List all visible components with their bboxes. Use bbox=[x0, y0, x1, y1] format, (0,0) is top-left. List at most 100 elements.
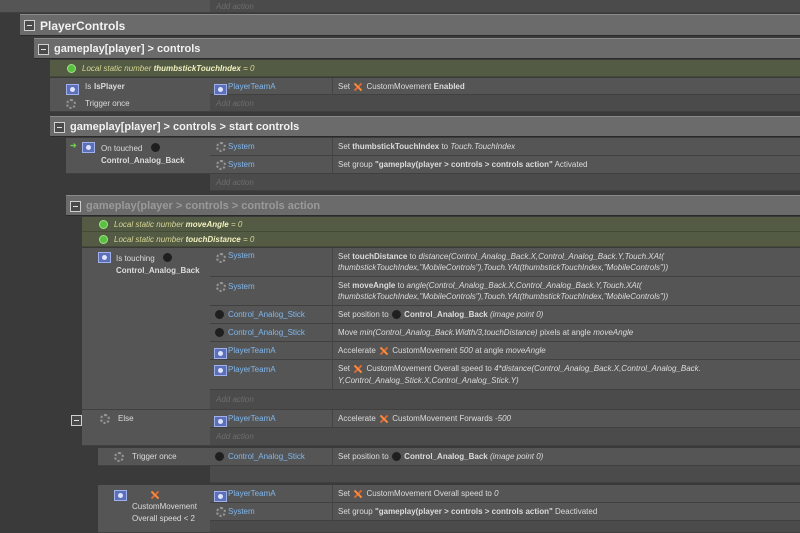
action-row[interactable]: PlayerTeamA Accelerate CustomMovement 50… bbox=[210, 342, 800, 360]
add-action-row[interactable] bbox=[210, 466, 800, 483]
variable-icon bbox=[99, 235, 108, 244]
behavior-icon bbox=[378, 345, 390, 357]
condition-row[interactable]: Else bbox=[96, 410, 210, 428]
action-row[interactable]: System Set touchDistance to distance(Con… bbox=[210, 248, 800, 277]
collapse-toggle[interactable] bbox=[70, 201, 81, 212]
condition-label: Else bbox=[118, 414, 134, 423]
local-name: thumbstickTouchIndex bbox=[153, 64, 241, 73]
action-object: Control_Analog_Stick bbox=[228, 310, 305, 319]
action-row[interactable]: System Set group "gameplay(player > cont… bbox=[210, 156, 800, 174]
action-object: PlayerTeamA bbox=[228, 346, 276, 355]
gear-icon bbox=[100, 414, 110, 424]
prev-condition-row bbox=[0, 0, 210, 13]
action-text: Move min(Control_Analog_Back.Width/3,tou… bbox=[338, 328, 634, 337]
action-row[interactable]: PlayerTeamA Set CustomMovement Overall s… bbox=[210, 360, 800, 390]
condition-line2: Overall speed < 2 bbox=[132, 514, 195, 523]
sprite-icon bbox=[390, 451, 402, 463]
behavior-icon bbox=[352, 488, 364, 500]
sprite-icon bbox=[390, 309, 402, 321]
action-object: System bbox=[228, 251, 255, 260]
sprite-icon bbox=[214, 327, 225, 338]
collapse-toggle[interactable] bbox=[24, 20, 35, 31]
action-row[interactable]: Control_Analog_Stick Set position to Con… bbox=[210, 448, 800, 466]
condition-line1: On touched bbox=[101, 144, 143, 153]
gear-icon bbox=[66, 99, 76, 109]
group-controls-action[interactable]: gameplay(player > controls > controls ac… bbox=[66, 195, 800, 216]
sprite-icon bbox=[214, 309, 225, 320]
add-action-row[interactable]: Add action bbox=[210, 428, 800, 446]
local-value: = 0 bbox=[243, 64, 255, 73]
local-text: Local static number touchDistance = 0 bbox=[114, 235, 255, 244]
local-prefix: Local static number bbox=[82, 64, 152, 73]
team-icon bbox=[214, 491, 227, 503]
action-row[interactable]: Control_Analog_Stick Set position to Con… bbox=[210, 306, 800, 324]
collapse-toggle[interactable] bbox=[54, 122, 65, 133]
group-controls[interactable]: gameplay[player] > controls bbox=[34, 38, 800, 59]
action-text: Set position to Control_Analog_Back (ima… bbox=[338, 451, 544, 463]
prev-add-action[interactable]: Add action bbox=[210, 0, 800, 13]
action-row[interactable]: System Set moveAngle to angle(Control_An… bbox=[210, 277, 800, 306]
action-object: PlayerTeamA bbox=[228, 365, 276, 374]
team-icon bbox=[66, 84, 79, 96]
local-variable-row[interactable]: Local static number thumbstickTouchIndex… bbox=[50, 60, 800, 77]
action-text: Set touchDistance to distance(Control_An… bbox=[338, 252, 669, 272]
condition-row[interactable]: Is IsPlayer bbox=[62, 78, 210, 96]
local-variable-row[interactable]: Local static number touchDistance = 0 bbox=[82, 232, 800, 247]
action-row[interactable]: PlayerTeamA Set CustomMovement Enabled bbox=[210, 78, 800, 96]
team-icon bbox=[114, 489, 127, 501]
gear-icon bbox=[216, 253, 226, 263]
action-text: Set group "gameplay(player > controls > … bbox=[338, 160, 588, 169]
local-text: Local static number moveAngle = 0 bbox=[114, 220, 243, 229]
condition-line2: Control_Analog_Back bbox=[116, 266, 200, 275]
gear-icon bbox=[114, 452, 124, 462]
action-object: PlayerTeamA bbox=[228, 82, 276, 91]
behavior-icon bbox=[352, 363, 364, 375]
add-action-row[interactable]: Add action bbox=[210, 174, 800, 191]
group-title: PlayerControls bbox=[40, 19, 126, 33]
condition-line1: CustomMovement bbox=[132, 502, 197, 511]
add-action-row[interactable]: Add action bbox=[210, 95, 800, 112]
touch-icon bbox=[98, 252, 111, 263]
condition-row[interactable]: CustomMovement Overall speed < 2 bbox=[110, 485, 210, 525]
condition-row[interactable]: Is touching Control_Analog_Back bbox=[96, 248, 210, 280]
action-text: Set position to Control_Analog_Back (ima… bbox=[338, 309, 544, 321]
team-icon bbox=[214, 416, 227, 428]
action-row[interactable]: PlayerTeamA Accelerate CustomMovement Fo… bbox=[210, 410, 800, 428]
condition-row[interactable]: ➜ On touched Control_Analog_Back bbox=[66, 138, 210, 174]
group-title: gameplay(player > controls > controls ac… bbox=[86, 200, 321, 212]
trigger-arrow-icon: ➜ bbox=[70, 141, 77, 150]
condition-row[interactable]: Trigger once bbox=[62, 95, 210, 112]
action-object: System bbox=[228, 142, 255, 151]
action-row[interactable]: Control_Analog_Stick Move min(Control_An… bbox=[210, 324, 800, 342]
behavior-icon bbox=[378, 413, 390, 425]
action-row[interactable]: System Set group "gameplay(player > cont… bbox=[210, 503, 800, 521]
add-action-row[interactable] bbox=[210, 521, 800, 533]
local-variable-row[interactable]: Local static number moveAngle = 0 bbox=[82, 217, 800, 232]
team-icon bbox=[214, 348, 227, 360]
collapse-toggle[interactable] bbox=[38, 44, 49, 55]
condition-pre: Is bbox=[85, 82, 92, 91]
condition-row[interactable]: Trigger once bbox=[110, 448, 210, 466]
action-row[interactable]: System Set thumbstickTouchIndex to Touch… bbox=[210, 138, 800, 156]
action-object: System bbox=[228, 507, 255, 516]
sprite-icon bbox=[150, 142, 161, 153]
group-playercontrols[interactable]: PlayerControls bbox=[20, 14, 800, 36]
behavior-icon bbox=[149, 489, 161, 501]
sprite-icon bbox=[162, 252, 173, 263]
gear-icon bbox=[216, 507, 226, 517]
action-text: Set CustomMovement Overall speed to 0 bbox=[338, 488, 499, 500]
team-icon bbox=[214, 365, 227, 376]
condition-bold: IsPlayer bbox=[94, 82, 125, 91]
action-text: Set CustomMovement Enabled bbox=[338, 81, 465, 93]
action-text: Accelerate CustomMovement 500 at angle m… bbox=[338, 345, 546, 357]
behavior-icon bbox=[352, 81, 364, 93]
condition-line1: Is touching bbox=[116, 254, 155, 263]
add-action-row[interactable]: Add action bbox=[210, 390, 800, 410]
gear-icon bbox=[216, 142, 226, 152]
group-title: gameplay[player] > controls bbox=[54, 43, 201, 55]
variable-icon bbox=[67, 64, 76, 73]
group-start-controls[interactable]: gameplay[player] > controls > start cont… bbox=[50, 116, 800, 137]
action-row[interactable]: PlayerTeamA Set CustomMovement Overall s… bbox=[210, 485, 800, 503]
collapse-toggle[interactable] bbox=[71, 415, 82, 426]
action-text: Set thumbstickTouchIndex to Touch.TouchI… bbox=[338, 142, 516, 151]
